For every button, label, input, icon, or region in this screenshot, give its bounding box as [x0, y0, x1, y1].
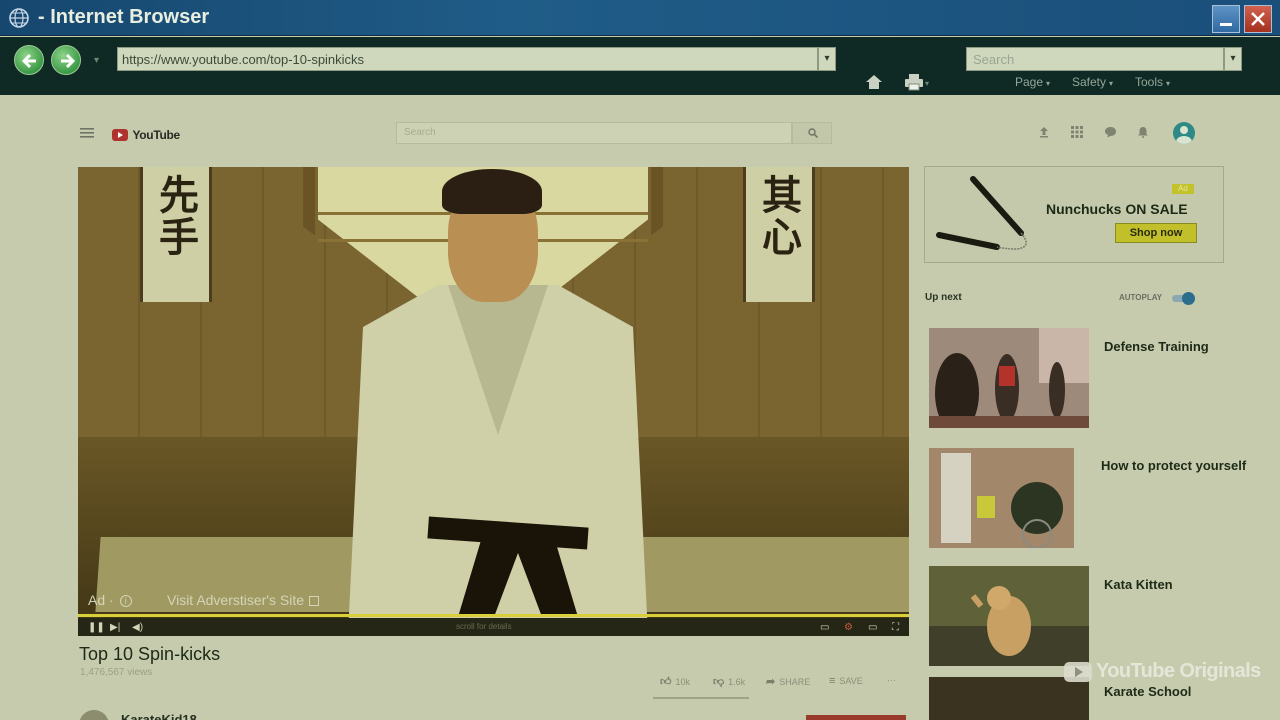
address-bar[interactable]: https://www.youtube.com/top-10-spinkicks: [117, 47, 818, 71]
forward-button[interactable]: [51, 45, 81, 75]
browser-titlebar: - Internet Browser: [0, 0, 1280, 36]
fullscreen-icon[interactable]: ⛶: [892, 622, 899, 633]
captions-icon[interactable]: ▭: [820, 622, 829, 633]
notifications-bell-icon[interactable]: [1137, 126, 1149, 138]
external-link-icon: [309, 596, 320, 607]
menu-icon[interactable]: [80, 128, 94, 138]
youtube-logo[interactable]: YouTube: [112, 126, 180, 144]
video-progress-bar[interactable]: [78, 614, 909, 617]
scroll-hint: scroll for details: [456, 622, 512, 631]
search-icon: [808, 128, 818, 138]
sidebar-ad-card[interactable]: Ad Nunchucks ON SALE Shop now: [924, 166, 1224, 263]
share-button[interactable]: ➦ SHARE: [766, 675, 810, 688]
account-avatar[interactable]: [1173, 122, 1195, 144]
kata-kitten-thumbnail-image: [929, 566, 1089, 666]
kanji-right: 其心: [762, 172, 802, 261]
menu-tools[interactable]: Tools ▾: [1135, 75, 1170, 89]
messages-icon[interactable]: [1104, 126, 1117, 138]
close-button[interactable]: [1244, 5, 1272, 33]
thumbs-up-icon: 👍︎: [660, 676, 672, 688]
up-next-thumbnail[interactable]: [929, 566, 1089, 666]
info-icon[interactable]: i: [119, 595, 132, 608]
youtube-play-icon: [112, 128, 128, 141]
shop-now-button[interactable]: Shop now: [1115, 223, 1197, 243]
up-next-thumbnail[interactable]: [929, 328, 1089, 428]
video-scroll-right: 其心: [743, 167, 815, 302]
address-dropdown-button[interactable]: ▾: [818, 47, 836, 71]
up-next-title[interactable]: Kata Kitten: [1104, 577, 1173, 592]
view-count: 1,476,567 views: [80, 667, 153, 678]
youtube-search-button[interactable]: [792, 122, 832, 144]
more-actions-button[interactable]: ···: [887, 675, 896, 685]
home-icon[interactable]: [864, 73, 884, 91]
back-button[interactable]: [14, 45, 44, 75]
defense-training-thumbnail-image: [929, 328, 1089, 428]
globe-icon: [9, 8, 29, 28]
video-progress-fill: [78, 614, 909, 617]
protect-yourself-thumbnail-image: [929, 448, 1089, 548]
minimize-button[interactable]: [1212, 5, 1240, 33]
thumbs-down-icon: 👎︎: [713, 676, 725, 688]
up-next-thumbnail[interactable]: [929, 677, 1089, 720]
autoplay-label: AUTOPLAY: [1119, 293, 1163, 302]
subscribe-button[interactable]: [806, 715, 906, 720]
ad-badge: Ad: [1172, 184, 1194, 194]
upload-icon[interactable]: [1038, 126, 1050, 138]
playlist-add-icon: ≡: [829, 675, 836, 687]
dislike-button[interactable]: 👎︎ 1.6k: [713, 675, 745, 688]
history-dropdown-icon[interactable]: ▾: [94, 55, 99, 66]
up-next-title[interactable]: How to protect yourself: [1101, 458, 1246, 473]
like-ratio-bar: [653, 697, 749, 699]
arrow-right-icon: [61, 53, 76, 69]
printer-icon[interactable]: [904, 73, 924, 91]
up-next-title[interactable]: Karate School: [1104, 684, 1191, 699]
autoplay-toggle[interactable]: [1172, 292, 1198, 305]
print-dropdown-icon[interactable]: ▾: [925, 79, 929, 88]
video-title: Top 10 Spin-kicks: [79, 644, 221, 664]
ad-title: Nunchucks ON SALE: [1046, 201, 1188, 217]
channel-name[interactable]: KarateKid18: [121, 712, 197, 720]
menu-page[interactable]: Page ▾: [1015, 75, 1050, 89]
pause-icon[interactable]: ❚❚: [88, 622, 105, 633]
settings-icon[interactable]: ⚙: [844, 622, 853, 633]
like-button[interactable]: 👍︎ 10k: [660, 675, 690, 688]
youtube-page: YouTube Search 先手 其心 Ad · i Visit Advers…: [0, 95, 1280, 720]
up-next-thumbnail[interactable]: [929, 448, 1089, 548]
search-dropdown-button[interactable]: ▾: [1224, 47, 1242, 71]
save-button[interactable]: ≡ SAVE: [829, 675, 863, 687]
up-next-title[interactable]: Defense Training: [1104, 339, 1209, 354]
window-title: - Internet Browser: [38, 6, 210, 28]
ad-label: Ad · i: [88, 592, 132, 608]
up-next-label: Up next: [925, 292, 962, 303]
video-controls: ❚❚ ▶| ◀) scroll for details ▭ ⚙ ▭ ⛶: [78, 618, 909, 636]
browser-toolbar: ▾ https://www.youtube.com/top-10-spinkic…: [0, 37, 1280, 95]
video-player[interactable]: 先手 其心 Ad · i Visit Adverstiser's Site ❚❚ …: [78, 167, 909, 636]
close-icon: [1251, 12, 1265, 26]
arrow-left-icon: [21, 53, 36, 69]
nunchucks-image: [936, 176, 1027, 250]
browser-search-input[interactable]: Search: [966, 47, 1224, 71]
volume-icon[interactable]: ◀): [132, 622, 143, 633]
youtube-search-input[interactable]: Search: [396, 122, 792, 144]
share-icon: ➦: [766, 676, 776, 688]
apps-grid-icon[interactable]: [1071, 126, 1083, 138]
youtube-originals-watermark: YouTube Originals: [1064, 660, 1261, 683]
menu-safety[interactable]: Safety ▾: [1072, 75, 1113, 89]
theater-mode-icon[interactable]: ▭: [868, 622, 877, 633]
visit-advertiser-link[interactable]: Visit Adverstiser's Site: [167, 592, 320, 608]
kanji-left: 先手: [159, 172, 199, 261]
channel-avatar[interactable]: [79, 710, 109, 720]
next-icon[interactable]: ▶|: [110, 622, 120, 633]
video-scroll-left: 先手: [140, 167, 212, 302]
youtube-play-icon: [1064, 661, 1092, 682]
